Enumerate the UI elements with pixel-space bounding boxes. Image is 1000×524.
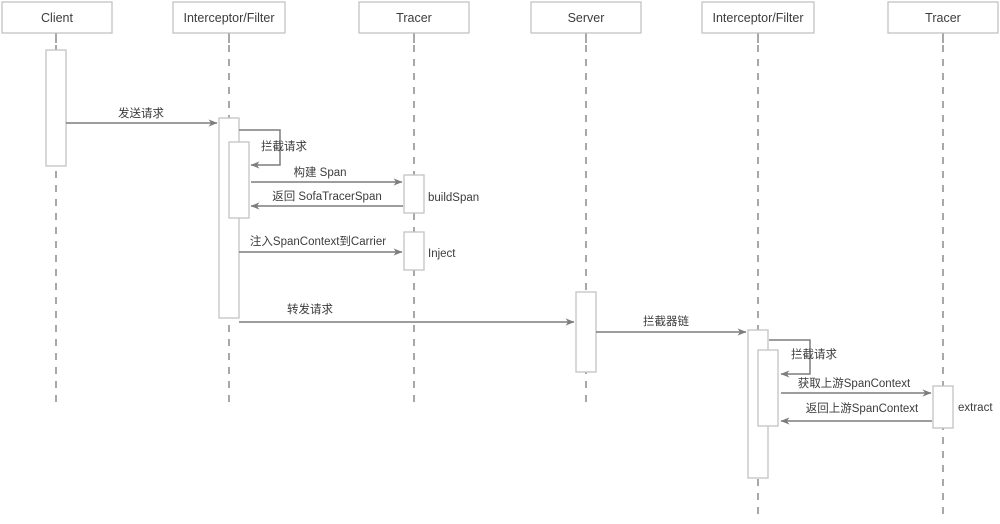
actor-interceptor2[interactable]: Interceptor/Filter: [701, 1, 815, 34]
actor-tracer2[interactable]: Tracer: [887, 1, 999, 34]
actor-label-interceptor1: Interceptor/Filter: [183, 11, 274, 25]
lifelines-layer: [55, 33, 944, 515]
activation-bar-interceptor2-nested: [757, 349, 779, 427]
side-label-s1: buildSpan: [428, 192, 479, 204]
side-label-s3: extract: [958, 402, 993, 414]
message-m1: 发送请求: [66, 106, 218, 127]
actor-client[interactable]: Client: [1, 1, 113, 34]
message-label-m8: 拦截请求: [791, 347, 837, 361]
message-label-m10: 返回上游SpanContext: [806, 402, 919, 415]
message-label-m1: 发送请求: [118, 106, 164, 120]
message-m6: 转发请求: [239, 302, 575, 326]
activation-bar-interceptor1-nested: [228, 141, 250, 219]
sequence-diagram-canvas: 发送请求 拦截请求 构建 Span 返回 SofaTracerSpan 注入SpanCo…: [0, 0, 1000, 524]
activation-bar-tracer2-extract: [932, 385, 954, 429]
message-label-m7: 拦截器链: [643, 314, 689, 328]
activation-bar-tracer1-inject: [403, 231, 425, 271]
message-label-m9: 获取上游SpanContext: [798, 377, 911, 390]
actor-label-client: Client: [41, 11, 73, 25]
message-label-m5: 注入SpanContext到Carrier: [250, 234, 386, 248]
message-label-m6: 转发请求: [287, 302, 333, 316]
actor-label-tracer2: Tracer: [925, 11, 961, 25]
message-label-m2: 拦截请求: [261, 139, 307, 153]
actors-layer: Client Interceptor/Filter Tracer Server Inte…: [1, 1, 999, 34]
activation-bar-tracer1-buildspan: [403, 174, 425, 214]
side-label-s2: Inject: [428, 248, 456, 260]
message-m3: 构建 Span: [251, 165, 403, 186]
activation-bar-server-act: [575, 291, 597, 373]
activation-bar-client-act: [45, 49, 67, 167]
message-m8: 拦截请求: [769, 339, 837, 378]
actor-label-server: Server: [568, 11, 605, 25]
actor-label-interceptor2: Interceptor/Filter: [712, 11, 803, 25]
actor-tracer1[interactable]: Tracer: [358, 1, 470, 34]
actor-interceptor1[interactable]: Interceptor/Filter: [172, 1, 286, 34]
actor-label-tracer1: Tracer: [396, 11, 432, 25]
messages-layer: 发送请求拦截请求构建 Span返回 SofaTracerSpan注入SpanCo…: [66, 106, 932, 425]
sequence-diagram-svg: 发送请求拦截请求构建 Span返回 SofaTracerSpan注入SpanCo…: [1, 1, 999, 515]
message-label-m4: 返回 SofaTracerSpan: [272, 190, 382, 203]
message-m4: 返回 SofaTracerSpan: [250, 190, 403, 210]
message-m7: 拦截器链: [596, 314, 747, 336]
message-m10: 返回上游SpanContext: [780, 402, 932, 425]
message-m5: 注入SpanContext到Carrier: [239, 234, 403, 256]
actor-server[interactable]: Server: [530, 1, 642, 34]
message-m9: 获取上游SpanContext: [781, 377, 932, 397]
message-label-m3: 构建 Span: [293, 165, 346, 179]
